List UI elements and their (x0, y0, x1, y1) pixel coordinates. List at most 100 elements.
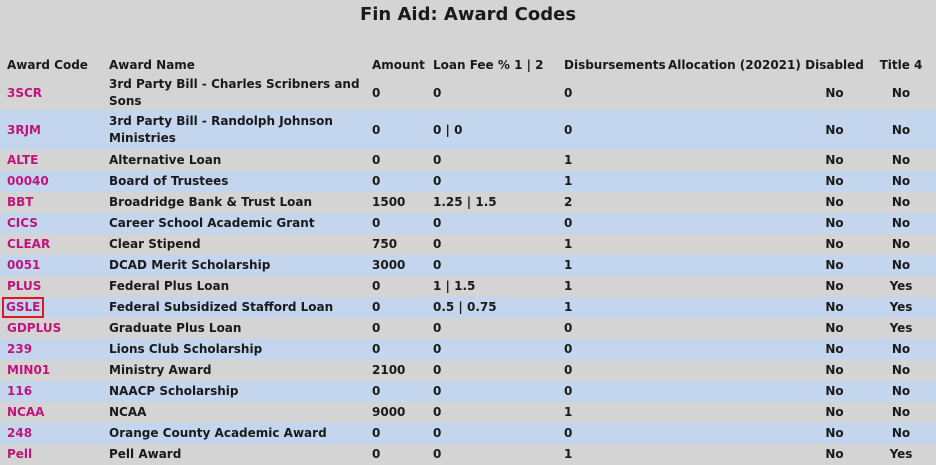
table-row: GDPLUS Graduate Plus Loan 0 0 0 No Yes (0, 318, 936, 339)
column-header-disbursements[interactable]: Disbursements (557, 54, 666, 76)
award-code-link[interactable]: 116 (7, 383, 32, 400)
title4-cell: No (866, 171, 936, 192)
title4-cell: No (891, 363, 911, 377)
award-code-link[interactable]: BBT (7, 194, 33, 211)
loan-fee-cell: 1 | 1.5 (433, 279, 476, 293)
title4-cell: No (891, 195, 911, 209)
disbursements-cell: 0 (564, 321, 573, 335)
loan-fee-cell: 1.25 | 1.5 (433, 195, 497, 209)
award-code-cell: BBT (0, 192, 102, 213)
award-name-cell: NAACP Scholarship (102, 381, 365, 402)
table-row: MIN01 Ministry Award 2100 0 0 No No (0, 360, 936, 381)
award-code-link[interactable]: CICS (7, 215, 38, 232)
allocation-cell (661, 297, 803, 318)
award-name-cell: Alternative Loan (109, 153, 222, 167)
disabled-cell: No (803, 339, 866, 360)
disabled-cell: No (825, 321, 844, 335)
disabled-cell: No (803, 171, 866, 192)
loan-fee-cell: 0 (426, 255, 557, 276)
column-header-loan-fee[interactable]: Loan Fee % 1 | 2 (426, 54, 557, 76)
table-row: 3SCR 3rd Party Bill - Charles Scribners a… (0, 76, 936, 110)
column-header-award-code[interactable]: Award Code (0, 54, 102, 76)
award-name-cell: NCAA (109, 405, 147, 419)
disabled-cell: No (825, 279, 844, 293)
award-code-link[interactable]: 3SCR (7, 85, 42, 102)
amount-cell: 2100 (372, 363, 406, 377)
allocation-cell (661, 360, 803, 381)
award-code-cell: 00040 (0, 171, 102, 192)
allocation-cell (661, 381, 803, 402)
disabled-cell: No (803, 297, 866, 318)
page-title: Fin Aid: Award Codes (359, 4, 577, 25)
award-code-link[interactable]: GDPLUS (7, 320, 61, 337)
award-code-cell: 239 (0, 339, 102, 360)
award-codes-table: Award Code Award Name Amount Loan Fee % … (0, 54, 936, 465)
disbursements-cell: 1 (564, 405, 573, 419)
award-name-cell: 3rd Party Bill - Charles Scribners and S… (109, 77, 360, 108)
column-header-amount[interactable]: Amount (365, 54, 426, 76)
award-code-cell: 3RJM (0, 110, 102, 150)
column-header-award-name[interactable]: Award Name (102, 54, 365, 76)
allocation-cell (661, 171, 803, 192)
column-header-disabled[interactable]: Disabled (803, 54, 866, 76)
award-code-link[interactable]: 248 (7, 425, 32, 442)
award-code-link[interactable]: 3RJM (7, 122, 41, 139)
column-header-title4[interactable]: Title 4 (866, 54, 936, 76)
amount-cell: 0 (365, 297, 426, 318)
loan-fee-cell: 0 (426, 423, 557, 444)
title4-cell: No (866, 110, 936, 150)
award-name-cell: 3rd Party Bill - Randolph Johnson Minist… (102, 110, 365, 150)
loan-fee-cell: 0 (433, 321, 442, 335)
award-code-link[interactable]: PLUS (7, 278, 41, 295)
award-code-link[interactable]: Pell (7, 446, 32, 463)
disabled-cell: No (803, 213, 866, 234)
award-name-cell: Ministry Award (109, 363, 212, 377)
loan-fee-cell: 0 (433, 405, 442, 419)
loan-fee-cell: 0 (426, 171, 557, 192)
table-row: GSLE Federal Subsidized Stafford Loan 0 0.5… (0, 297, 936, 318)
loan-fee-cell: 0 (433, 237, 442, 251)
award-code-cell: ALTE (0, 150, 102, 171)
disabled-cell: No (825, 153, 844, 167)
table-row: ALTE Alternative Loan 0 0 1 No No (0, 150, 936, 171)
allocation-cell (661, 402, 803, 423)
table-row: 239 Lions Club Scholarship 0 0 0 No No (0, 339, 936, 360)
award-code-cell: MIN01 (0, 360, 102, 381)
award-code-link[interactable]: CLEAR (7, 236, 50, 253)
disbursements-cell: 1 (564, 237, 573, 251)
disbursements-cell: 0 (564, 363, 573, 377)
award-code-link[interactable]: GSLE (1, 297, 45, 318)
title4-cell: No (891, 153, 911, 167)
amount-cell: 0 (365, 381, 426, 402)
disabled-cell: No (803, 255, 866, 276)
loan-fee-cell: 0 (433, 85, 442, 100)
table-row: PLUS Federal Plus Loan 0 1 | 1.5 1 No Yes (0, 276, 936, 297)
award-code-link[interactable]: MIN01 (7, 362, 50, 379)
award-code-link[interactable]: NCAA (7, 404, 44, 421)
allocation-cell (661, 318, 803, 339)
amount-cell: 0 (365, 213, 426, 234)
disabled-cell: No (825, 195, 844, 209)
column-header-allocation[interactable]: Allocation (202021) (661, 54, 803, 76)
award-name-cell: Clear Stipend (109, 237, 201, 251)
allocation-cell (661, 234, 803, 255)
loan-fee-cell: 0 (433, 153, 442, 167)
table-row: 3RJM 3rd Party Bill - Randolph Johnson Mi… (0, 110, 936, 150)
award-code-link[interactable]: 00040 (7, 173, 49, 190)
award-code-link[interactable]: 0051 (7, 257, 40, 274)
allocation-cell (661, 110, 803, 150)
award-code-cell: GDPLUS (0, 318, 102, 339)
award-name-cell: DCAD Merit Scholarship (102, 255, 365, 276)
award-code-cell: CLEAR (0, 234, 102, 255)
amount-cell: 9000 (372, 405, 406, 419)
award-code-cell: PLUS (0, 276, 102, 297)
title4-cell: No (866, 381, 936, 402)
award-code-link[interactable]: 239 (7, 341, 32, 358)
award-code-cell: 248 (0, 423, 102, 444)
title4-cell: No (866, 339, 936, 360)
amount-cell: 750 (372, 237, 398, 251)
allocation-cell (661, 276, 803, 297)
award-code-link[interactable]: ALTE (7, 152, 38, 169)
disabled-cell: No (825, 85, 844, 100)
award-name-cell: Lions Club Scholarship (102, 339, 365, 360)
